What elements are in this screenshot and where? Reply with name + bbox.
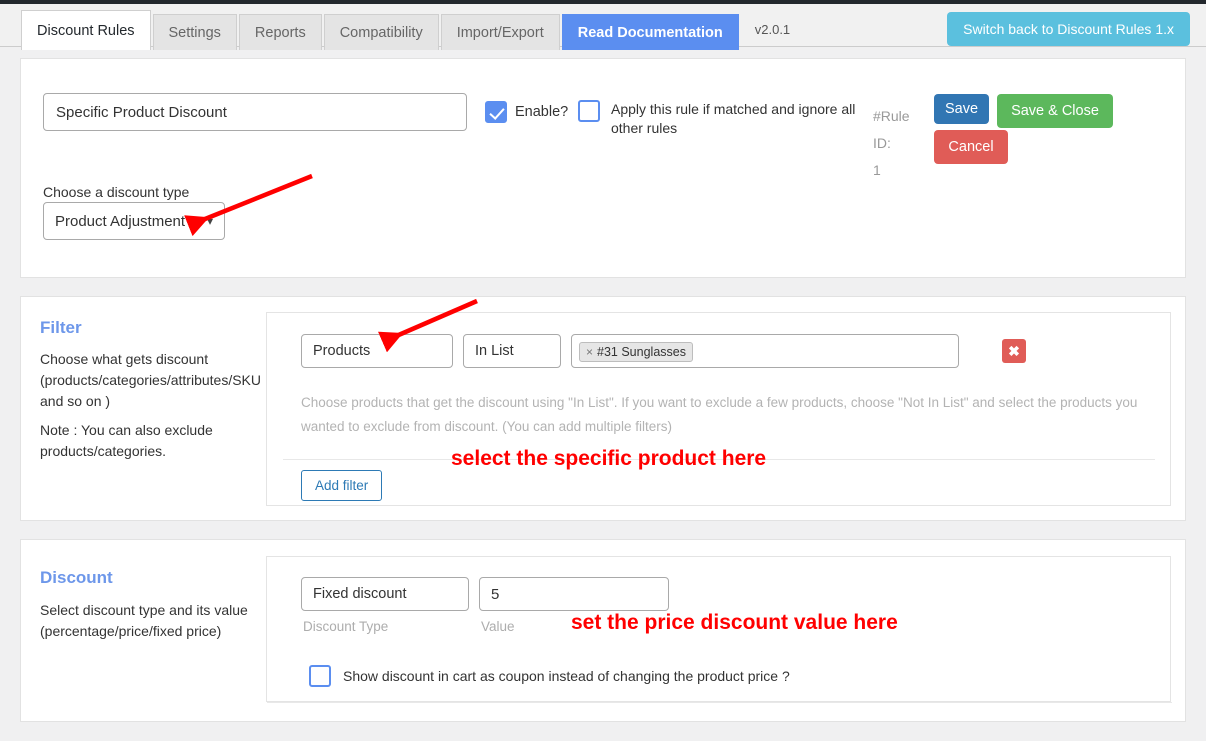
- switch-back-button[interactable]: Switch back to Discount Rules 1.x: [947, 12, 1190, 46]
- discount-value-sublabel: Value: [481, 619, 515, 634]
- coupon-checkbox[interactable]: [309, 665, 331, 687]
- tab-compatibility[interactable]: Compatibility: [324, 14, 439, 50]
- save-close-button[interactable]: Save & Close: [997, 94, 1113, 128]
- discount-type-label: Choose a discount type: [43, 184, 189, 200]
- filter-method-select[interactable]: In ListNot In List: [463, 334, 561, 368]
- discount-type-value-select[interactable]: Fixed discountPercentage discountFixed p…: [301, 577, 469, 611]
- discount-section-desc: Select discount type and its value (perc…: [40, 600, 258, 642]
- coupon-label: Show discount in cart as coupon instead …: [343, 668, 790, 684]
- cancel-button[interactable]: Cancel: [934, 130, 1008, 164]
- filter-section-title: Filter: [40, 318, 82, 338]
- filter-type-select[interactable]: ProductsCategoriesAttributesSKUAll produ…: [301, 334, 453, 368]
- tab-label: Discount Rules: [37, 23, 135, 39]
- tab-import-export[interactable]: Import/Export: [441, 14, 560, 50]
- annotation-select-product: select the specific product here: [451, 447, 766, 471]
- enable-label: Enable?: [515, 104, 568, 120]
- tab-label: Compatibility: [340, 25, 423, 41]
- discount-type-sublabel: Discount Type: [303, 619, 388, 634]
- tab-label: Reports: [255, 25, 306, 41]
- tab-list: Discount Rules Settings Reports Compatib…: [21, 10, 790, 50]
- token-remove-icon[interactable]: ×: [586, 345, 593, 359]
- plugin-version: v2.0.1: [755, 22, 790, 39]
- save-button[interactable]: Save: [934, 94, 989, 124]
- tab-settings[interactable]: Settings: [153, 14, 237, 50]
- tab-reports[interactable]: Reports: [239, 14, 322, 50]
- filter-row-container: ProductsCategoriesAttributesSKUAll produ…: [266, 312, 1171, 506]
- coupon-toggle[interactable]: Show discount in cart as coupon instead …: [309, 665, 790, 687]
- tab-read-documentation[interactable]: Read Documentation: [562, 14, 739, 50]
- tab-label: Import/Export: [457, 25, 544, 41]
- annotation-set-discount-value: set the price discount value here: [571, 611, 898, 635]
- rule-name-input[interactable]: [43, 93, 467, 131]
- filter-section-desc-1: Choose what gets discount (products/cate…: [40, 349, 258, 412]
- tab-label: Read Documentation: [578, 25, 723, 41]
- tab-discount-rules[interactable]: Discount Rules: [21, 10, 151, 50]
- product-token[interactable]: × #31 Sunglasses: [579, 342, 693, 362]
- add-filter-button[interactable]: Add filter: [301, 470, 382, 501]
- apply-rule-toggle[interactable]: Apply this rule if matched and ignore al…: [578, 100, 868, 138]
- discount-section-title: Discount: [40, 568, 113, 588]
- filter-help-text: Choose products that get the discount us…: [301, 391, 1156, 439]
- remove-filter-button[interactable]: ✖: [1002, 339, 1026, 363]
- rule-header-panel: Enable? Apply this rule if matched and i…: [20, 58, 1186, 278]
- apply-rule-label: Apply this rule if matched and ignore al…: [611, 100, 868, 138]
- discount-type-select[interactable]: Product AdjustmentCart AdjustmentBuy X G…: [43, 202, 225, 240]
- filter-panel: Filter Choose what gets discount (produc…: [20, 296, 1186, 521]
- discount-panel: Discount Select discount type and its va…: [20, 539, 1186, 722]
- tab-bar: Discount Rules Settings Reports Compatib…: [0, 4, 1206, 47]
- apply-rule-checkbox[interactable]: [578, 100, 600, 122]
- filter-section-desc-2: Note : You can also exclude products/cat…: [40, 420, 258, 462]
- filter-products-tokenbox[interactable]: × #31 Sunglasses: [571, 334, 959, 368]
- rule-id-value: 1: [873, 162, 881, 178]
- tab-label: Settings: [169, 25, 221, 41]
- token-label: #31 Sunglasses: [597, 345, 686, 359]
- enable-toggle[interactable]: Enable?: [485, 101, 568, 123]
- discount-row-container: Fixed discountPercentage discountFixed p…: [266, 556, 1171, 702]
- rule-id-block: #Rule ID: 1: [873, 103, 928, 184]
- discount-value-input[interactable]: [479, 577, 669, 611]
- rule-id-label: #Rule ID:: [873, 108, 910, 151]
- discount-bottom-divider: [267, 702, 1172, 703]
- enable-checkbox[interactable]: [485, 101, 507, 123]
